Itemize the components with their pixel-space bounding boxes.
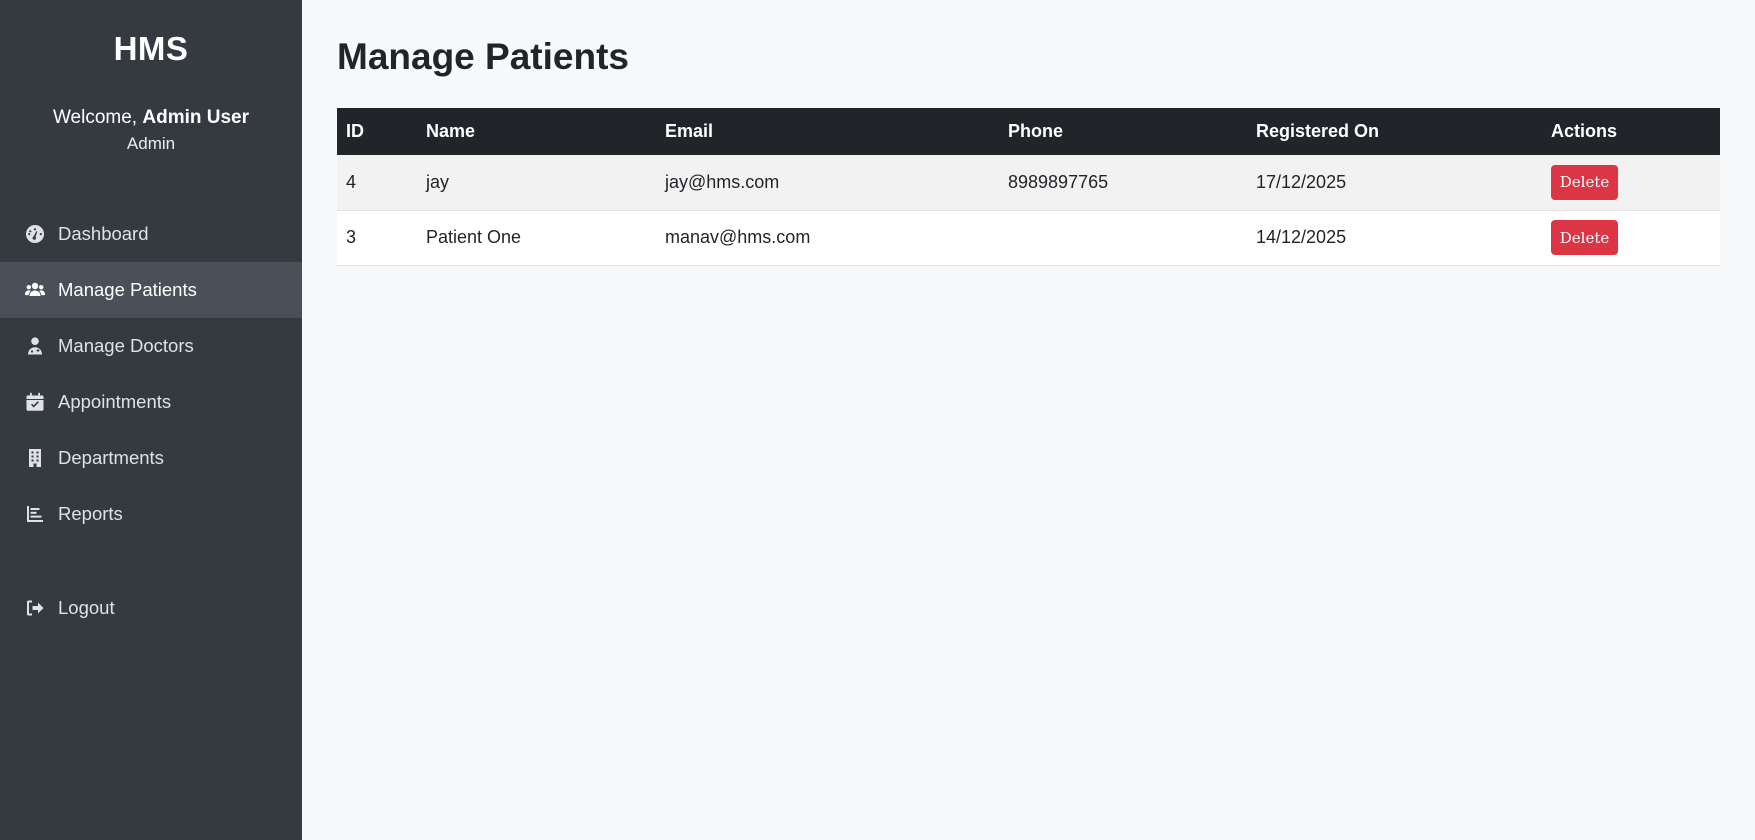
page-title: Manage Patients xyxy=(337,36,629,77)
column-header-email: Email xyxy=(665,121,714,141)
sidebar-item-reports[interactable]: Reports xyxy=(0,486,302,542)
sidebar-item-label: Dashboard xyxy=(58,223,149,244)
sidebar-item-label: Manage Doctors xyxy=(58,335,194,356)
column-header-registered-on: Registered On xyxy=(1256,121,1380,141)
sidebar-nav: Dashboard Manage Patients Manage Doctors… xyxy=(0,206,302,636)
sidebar-item-dashboard[interactable]: Dashboard xyxy=(0,206,302,262)
cell-name: jay xyxy=(426,171,450,192)
cell-registered-on: 14/12/2025 xyxy=(1256,227,1347,247)
sidebar-item-departments[interactable]: Departments xyxy=(0,430,302,486)
delete-button[interactable]: Delete xyxy=(1551,220,1618,255)
cell-email: manav@hms.com xyxy=(665,227,811,247)
table-row: 4 jay jay@hms.com 8989897765 17/12/2025 … xyxy=(337,155,1720,210)
cell-email: jay@hms.com xyxy=(665,171,780,192)
column-header-phone: Phone xyxy=(1008,121,1064,141)
calendar-check-icon xyxy=(24,392,46,412)
patients-table: ID Name Email Phone Registered On Action… xyxy=(337,108,1720,266)
cell-id: 3 xyxy=(346,227,357,247)
logout-link[interactable]: Logout xyxy=(0,580,302,636)
main-content: Manage Patients ID Name Email Phone Regi… xyxy=(302,0,1755,840)
logout-label: Logout xyxy=(58,597,115,618)
welcome-message: Welcome, Admin User xyxy=(0,106,302,130)
cell-name: Patient One xyxy=(426,227,522,247)
user-role: Admin xyxy=(126,134,176,153)
sign-out-icon xyxy=(24,598,46,618)
cell-actions: Delete xyxy=(1542,155,1720,210)
chart-bar-icon xyxy=(24,504,46,524)
cell-registered-on: 17/12/2025 xyxy=(1256,171,1347,192)
tachometer-icon xyxy=(24,224,46,244)
users-icon xyxy=(24,280,46,300)
sidebar-item-label: Departments xyxy=(58,447,164,468)
sidebar-item-appointments[interactable]: Appointments xyxy=(0,374,302,430)
brand-logo: HMS xyxy=(113,30,189,67)
welcome-prefix: Welcome, xyxy=(52,107,143,128)
cell-actions: Delete xyxy=(1542,210,1720,265)
sidebar-item-manage-patients[interactable]: Manage Patients xyxy=(0,262,302,318)
sidebar-item-manage-doctors[interactable]: Manage Doctors xyxy=(0,318,302,374)
user-name: Admin User xyxy=(142,107,250,128)
column-header-name: Name xyxy=(426,121,476,141)
sidebar-item-label: Reports xyxy=(58,503,123,524)
column-header-actions: Actions xyxy=(1551,121,1618,141)
sidebar-item-label: Manage Patients xyxy=(58,279,197,300)
table-header-row: ID Name Email Phone Registered On Action… xyxy=(337,108,1720,155)
column-header-id: ID xyxy=(346,121,364,141)
delete-button[interactable]: Delete xyxy=(1551,164,1618,200)
user-doctor-icon xyxy=(24,336,46,356)
cell-phone: 8989897765 xyxy=(1008,171,1109,192)
cell-phone xyxy=(999,210,1247,265)
sidebar-item-label: Appointments xyxy=(58,391,172,412)
building-icon xyxy=(24,448,46,468)
cell-id: 4 xyxy=(346,171,357,192)
sidebar: HMS Welcome, Admin User Admin Dashboard … xyxy=(0,0,302,840)
table-row: 3 Patient One manav@hms.com 14/12/2025 D… xyxy=(337,210,1720,265)
